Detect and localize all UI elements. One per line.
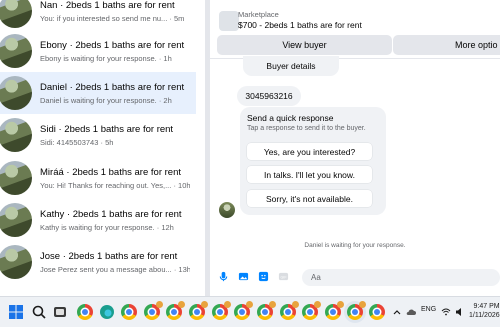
wifi-icon[interactable] xyxy=(441,304,451,320)
chat-header: Marketplace $700 - 2beds 1 baths are for… xyxy=(210,0,500,59)
conversation-name: Sidi · 2beds 1 baths are for rent xyxy=(40,123,174,135)
message-input[interactable]: Aa xyxy=(302,269,500,286)
conversation-time: · 1h xyxy=(158,53,172,63)
language-indicator[interactable]: ENG xyxy=(421,306,436,313)
conversation-item[interactable]: Ebony · 2beds 1 baths are for rent Ebony … xyxy=(0,30,196,72)
conversation-time: · 2h xyxy=(158,95,172,105)
chrome-icon[interactable] xyxy=(144,301,163,320)
conversation-item[interactable]: Nan · 2beds 1 baths are for rent You: if … xyxy=(0,0,196,32)
conversation-time: · 5m xyxy=(169,13,185,23)
view-buyer-button[interactable]: View buyer xyxy=(217,35,392,55)
photo-icon[interactable] xyxy=(238,271,249,282)
quick-response-button[interactable]: In talks. I'll let you know. xyxy=(247,166,372,183)
chrome-icon-active[interactable] xyxy=(347,301,366,320)
clock-time: 9:47 PM xyxy=(473,303,500,310)
phone-message: 3045963216 xyxy=(237,86,301,106)
waiting-status: Daniel is waiting for your response. xyxy=(304,242,406,249)
search-icon[interactable] xyxy=(31,304,47,320)
conversation-time: · 10h xyxy=(173,180,190,190)
avatar xyxy=(0,118,32,152)
chrome-icon[interactable] xyxy=(77,304,93,320)
chrome-icon[interactable] xyxy=(257,301,276,320)
conversation-time: · 5h xyxy=(100,137,114,147)
listing-title[interactable]: $700 - 2beds 1 baths are for rent xyxy=(238,20,362,30)
chrome-icon[interactable] xyxy=(280,301,299,320)
conversation-preview: You: Hi! Thanks for reaching out. Yes,..… xyxy=(40,180,172,190)
quick-response-card: Send a quick response Tap a response to … xyxy=(240,107,386,215)
windows-start-icon[interactable] xyxy=(8,304,24,320)
conversation-preview: You: if you interested so send me nu... xyxy=(40,13,168,23)
conversation-item[interactable]: Sidi · 2beds 1 baths are for rent Sidi: 4… xyxy=(0,114,196,156)
message-input-placeholder: Aa xyxy=(311,273,321,282)
edge-icon[interactable] xyxy=(99,304,115,320)
conversation-item[interactable]: Jose · 2beds 1 baths are for rent Jose Pe… xyxy=(0,241,196,283)
sender-avatar xyxy=(219,202,235,218)
chrome-icon[interactable] xyxy=(166,301,185,320)
chat-panel: Marketplace $700 - 2beds 1 baths are for… xyxy=(210,0,500,296)
chrome-icon[interactable] xyxy=(212,301,231,320)
gif-icon[interactable]: GIF xyxy=(278,271,289,282)
svg-text:GIF: GIF xyxy=(280,275,287,279)
listing-thumbnail xyxy=(219,11,239,31)
conversation-name: Miráá · 2beds 1 baths are for rent xyxy=(40,166,181,178)
cloud-icon[interactable] xyxy=(406,304,416,320)
chrome-icon[interactable] xyxy=(234,301,253,320)
clock-date: 1/11/2026 xyxy=(469,312,500,319)
conversation-name: Jose · 2beds 1 baths are for rent xyxy=(40,250,178,262)
buyer-details-button[interactable]: Buyer details xyxy=(243,56,339,76)
chrome-icon[interactable] xyxy=(189,301,208,320)
sticker-icon[interactable] xyxy=(258,271,269,282)
conversation-name: Kathy · 2beds 1 baths are for rent xyxy=(40,208,182,220)
task-view-icon[interactable] xyxy=(52,304,68,320)
conversation-preview: Daniel is waiting for your response. xyxy=(40,95,157,105)
chrome-icon[interactable] xyxy=(302,301,321,320)
chevron-up-icon[interactable] xyxy=(392,304,402,320)
avatar xyxy=(0,34,32,68)
conversation-time: · 13h xyxy=(173,264,190,274)
quick-response-button[interactable]: Sorry, it's not available. xyxy=(247,190,372,207)
clock[interactable]: 9:47 PM 1/11/2026 xyxy=(469,302,500,320)
conversation-item[interactable]: Kathy · 2beds 1 baths are for rent Kathy … xyxy=(0,199,196,241)
conversation-list: Nan · 2beds 1 baths are for rent You: if … xyxy=(0,0,200,296)
microphone-icon[interactable] xyxy=(218,271,229,282)
conversation-preview: Ebony is waiting for your response. xyxy=(40,53,157,63)
chrome-icon[interactable] xyxy=(369,304,385,320)
conversation-preview: Kathy is waiting for your response. xyxy=(40,222,155,232)
chrome-icon[interactable] xyxy=(325,301,344,320)
quick-response-title: Send a quick response xyxy=(247,113,334,123)
quick-response-button[interactable]: Yes, are you interested? xyxy=(247,143,372,160)
taskbar: ENG 9:47 PM 1/11/2026 xyxy=(0,296,500,327)
avatar xyxy=(0,0,32,28)
conversation-item[interactable]: Miráá · 2beds 1 baths are for rent You: H… xyxy=(0,157,196,199)
conversation-name: Nan · 2beds 1 baths are for rent xyxy=(40,0,175,11)
conversation-name: Daniel · 2beds 1 baths are for rent xyxy=(40,81,185,93)
conversation-preview: Jose Perez sent you a message abou... xyxy=(40,264,172,274)
chrome-icon[interactable] xyxy=(121,304,137,320)
conversation-item-selected[interactable]: Daniel · 2beds 1 baths are for rent Danie… xyxy=(0,72,196,114)
message-composer: GIF Aa xyxy=(210,264,500,290)
quick-response-subtitle: Tap a response to send it to the buyer. xyxy=(247,125,366,132)
avatar xyxy=(0,161,32,195)
marketplace-label: Marketplace xyxy=(238,10,279,19)
conversation-preview: Sidi: 4145503743 xyxy=(40,137,99,147)
more-options-button[interactable]: More optio xyxy=(393,35,500,55)
avatar xyxy=(0,203,32,237)
conversation-time: · 12h xyxy=(156,222,174,232)
conversation-name: Ebony · 2beds 1 baths are for rent xyxy=(40,39,185,51)
avatar xyxy=(0,245,32,279)
volume-icon[interactable] xyxy=(455,304,465,320)
avatar xyxy=(0,76,32,110)
